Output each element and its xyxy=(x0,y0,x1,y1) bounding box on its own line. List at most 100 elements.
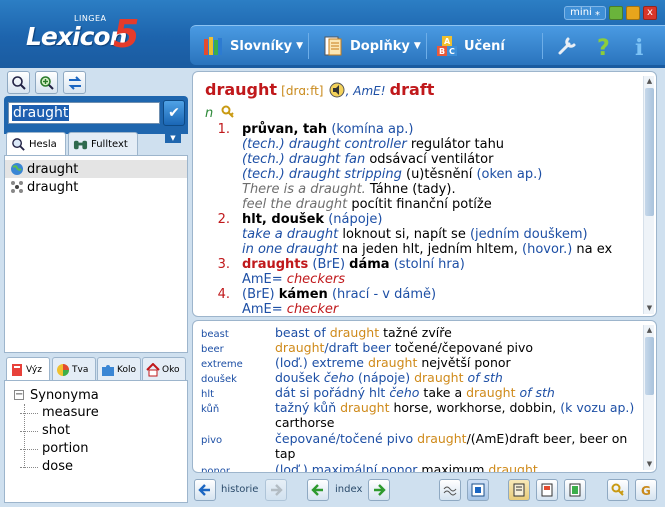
molecule-icon xyxy=(11,181,23,193)
scroll-up-icon[interactable]: ▲ xyxy=(644,76,655,87)
bottom-toolbar: historie index G xyxy=(190,476,665,507)
sense-text: (tech.) xyxy=(242,152,289,167)
layout-one-button[interactable] xyxy=(508,479,530,501)
tree-root[interactable]: − Synonyma xyxy=(5,386,187,404)
svg-text:A: A xyxy=(444,37,451,46)
list-item[interactable]: draught xyxy=(5,178,187,196)
list-item-text: draught xyxy=(27,179,79,195)
scroll-down-icon[interactable]: ▼ xyxy=(644,303,655,314)
sense-example-row: There is a draught. Táhne (tady). xyxy=(205,182,645,197)
scroll-up-icon[interactable]: ▲ xyxy=(644,325,655,336)
sense-text: draught fan xyxy=(288,152,366,167)
example-fragment: draught xyxy=(275,340,325,355)
grammar-button[interactable]: G xyxy=(635,479,657,501)
sense-text: průvan, tah xyxy=(242,122,328,137)
example-row[interactable]: pivo čepované/točené pivo draught/(AmE)dr… xyxy=(193,431,643,461)
search-area: draught ✔ xyxy=(4,96,188,134)
sense-text: feel the draught xyxy=(242,197,348,212)
tree-item[interactable]: shot xyxy=(5,422,187,440)
entry-pane: draught [drɑːft] , AmE! draft n 1. průvan… xyxy=(192,71,657,317)
tab-label: Kolo xyxy=(117,364,136,375)
sense-example-row: feel the draught pocítit finanční potíže xyxy=(205,197,645,212)
tab-fulltext-label: Fulltext xyxy=(91,139,128,150)
binoculars-icon xyxy=(73,140,88,150)
menu-doplnky[interactable]: Doplňky ▼ xyxy=(322,32,421,60)
list-item[interactable]: draught xyxy=(5,160,187,178)
help-icon[interactable]: ? xyxy=(594,34,616,58)
sense-text: (BrE) xyxy=(308,257,350,272)
example-row[interactable]: ponor (loď.) maximální ponor maximum drau… xyxy=(193,462,643,473)
wrench-icon[interactable] xyxy=(556,35,578,57)
tab-tvary[interactable]: Tva xyxy=(52,357,96,381)
mini-mode-button[interactable]: mini ⁎ xyxy=(564,6,606,20)
examples-scrollbar[interactable]: ▲ ▼ xyxy=(643,325,654,470)
word-list: draught draught xyxy=(4,155,188,353)
close-button[interactable]: x xyxy=(643,6,657,20)
search-submit-button[interactable]: ✔ xyxy=(163,100,185,126)
example-fragment: (k vozu ap.) xyxy=(560,400,635,415)
svg-text:B: B xyxy=(439,47,445,56)
sense-text: (BrE) xyxy=(242,287,279,302)
tab-vyznamy[interactable]: Výz xyxy=(6,357,50,381)
minimize-button[interactable] xyxy=(609,6,623,20)
example-fragment: draught xyxy=(329,325,380,340)
search-options-dropdown[interactable]: ▼ xyxy=(165,134,181,143)
scroll-down-icon[interactable]: ▼ xyxy=(644,459,655,470)
example-fragment: carthorse xyxy=(275,415,335,430)
audio-icon[interactable] xyxy=(328,81,346,99)
example-fragment: of sth xyxy=(463,370,503,385)
tab-fulltext[interactable]: Fulltext xyxy=(68,132,138,156)
puzzle-icon xyxy=(102,364,114,376)
key-button[interactable] xyxy=(607,479,629,501)
maximize-button[interactable] xyxy=(626,6,640,20)
sense-text: (oken ap.) xyxy=(476,167,543,182)
sense-text: (jedním douškem) xyxy=(469,227,588,242)
example-fragment: draught xyxy=(466,385,516,400)
history-forward-button[interactable] xyxy=(265,479,287,501)
chevron-down-icon: ▼ xyxy=(413,41,421,51)
example-keyword: kůň xyxy=(201,404,220,415)
menu-uceni[interactable]: B C A Učení xyxy=(436,32,505,60)
sense-example-row: (tech.) draught controller regulátor tah… xyxy=(205,137,645,152)
sense-text: draughts xyxy=(242,257,309,272)
swap-direction-button[interactable] xyxy=(63,71,86,94)
collapse-icon[interactable]: − xyxy=(14,390,24,400)
example-fragment: maximum xyxy=(417,462,489,473)
layout-two-button[interactable] xyxy=(536,479,558,501)
sense-text: AmE= xyxy=(242,302,287,317)
ame-form: draft xyxy=(389,80,435,99)
index-back-button[interactable] xyxy=(307,479,329,501)
tab-okoli[interactable]: Oko xyxy=(142,357,186,381)
sense-number: 2. xyxy=(217,212,230,227)
tree-item[interactable]: dose xyxy=(5,458,187,476)
tab-kolokace[interactable]: Kolo xyxy=(97,357,141,381)
sense-number: 1. xyxy=(217,122,230,137)
abc-blocks-icon: B C A xyxy=(437,36,457,56)
history-back-button[interactable] xyxy=(194,479,216,501)
scroll-thumb[interactable] xyxy=(645,337,654,395)
example-fragment: (loď.) maximální ponor xyxy=(275,462,418,473)
tab-hesla[interactable]: Hesla xyxy=(6,132,66,156)
sense-text: kámen xyxy=(278,287,328,302)
split-view-button[interactable] xyxy=(467,479,489,501)
sense-text: Táhne (tady). xyxy=(365,182,456,197)
layout-three-button[interactable] xyxy=(564,479,586,501)
scroll-thumb[interactable] xyxy=(645,88,654,216)
sense-row: 1. průvan, tah (komína ap.) xyxy=(205,122,645,137)
zoom-search-button[interactable] xyxy=(35,71,58,94)
tree-item[interactable]: measure xyxy=(5,404,187,422)
menu-slovniky[interactable]: Slovníky ▼ xyxy=(202,32,303,60)
example-fragment: horse, workhorse, dobbin, xyxy=(389,400,561,415)
wave-view-button[interactable] xyxy=(439,479,461,501)
search-input[interactable]: draught xyxy=(8,102,160,124)
example-row[interactable]: kůň tažný kůň draught horse, workhorse, d… xyxy=(193,400,643,430)
search-button[interactable] xyxy=(7,71,30,94)
left-toolbar xyxy=(0,68,188,98)
info-icon[interactable]: i xyxy=(630,34,650,58)
example-fragment: draught xyxy=(488,462,538,473)
tree-item[interactable]: portion xyxy=(5,440,187,458)
index-forward-button[interactable] xyxy=(368,479,390,501)
window-controls: mini ⁎ x xyxy=(564,5,657,21)
key-icon[interactable] xyxy=(221,105,235,119)
entry-scrollbar[interactable]: ▲ ▼ xyxy=(643,76,654,314)
